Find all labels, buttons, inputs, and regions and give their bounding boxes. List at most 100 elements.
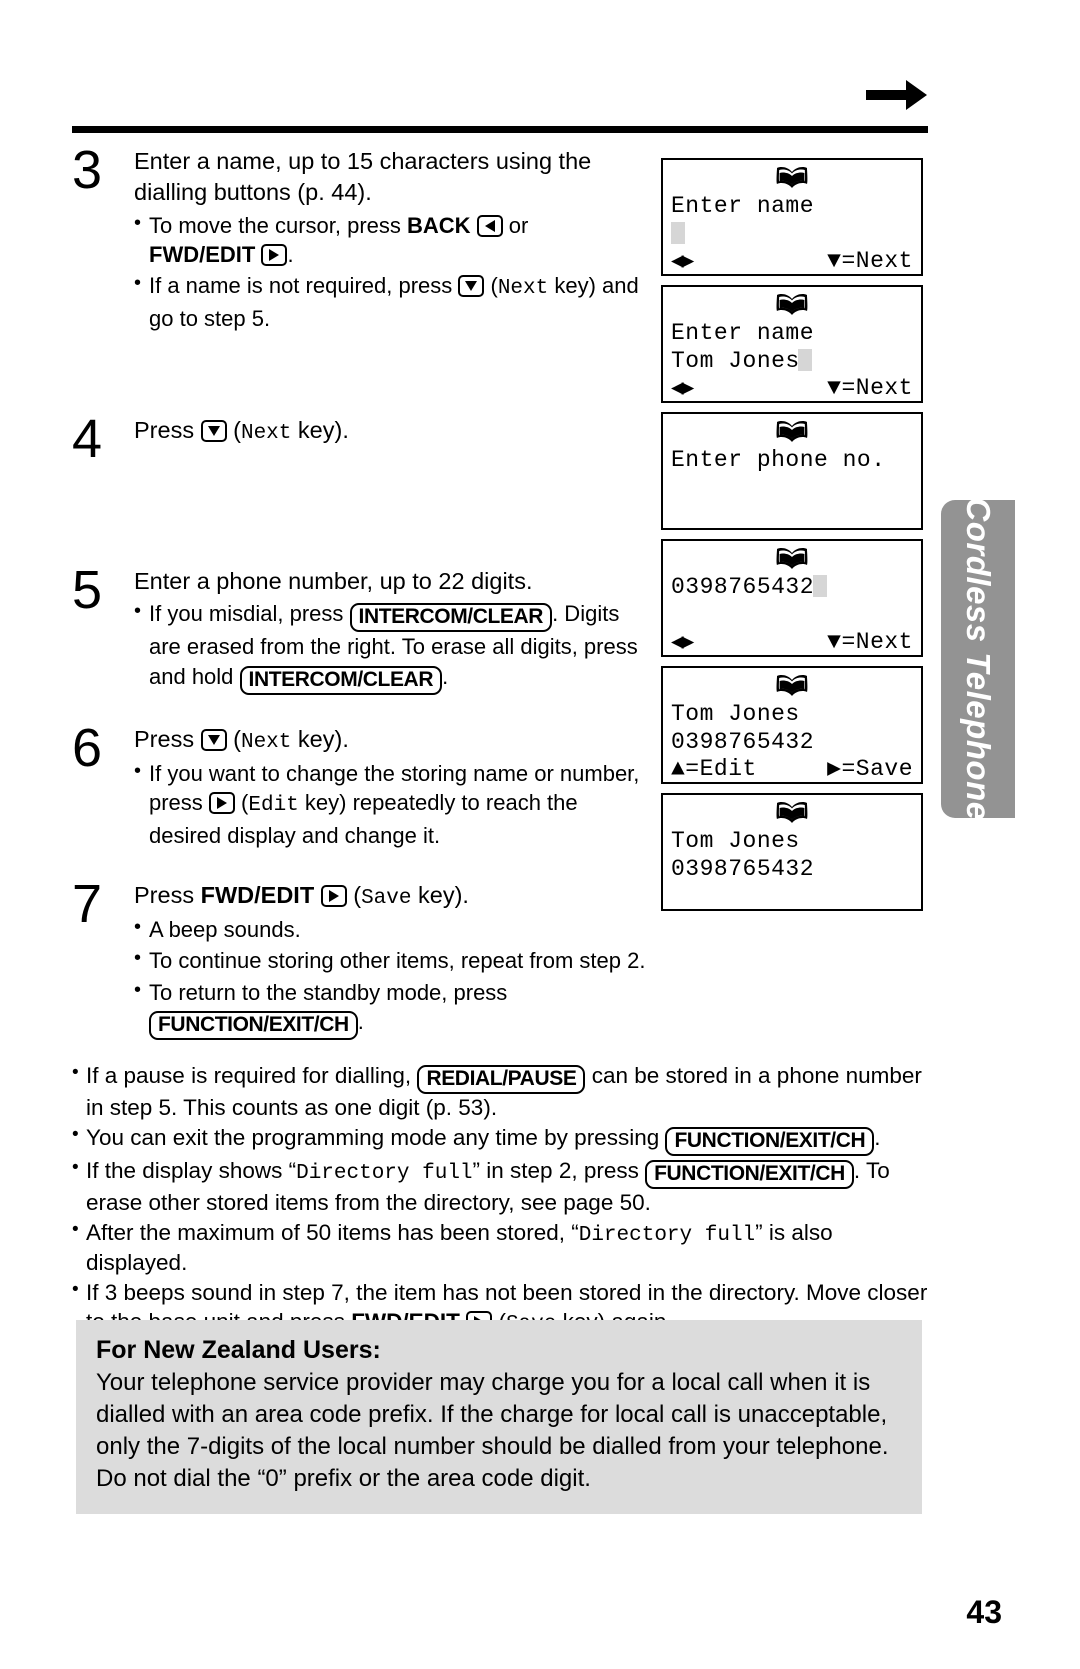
note-directory-full-step2: If the display shows “Directory full” in…: [72, 1156, 932, 1218]
step-6: 6 Press (Next key). If you want to chang…: [72, 712, 652, 864]
bullet-text-mid: or: [502, 212, 529, 238]
step-title-pre: Press: [134, 882, 201, 909]
right-arrow-key-icon[interactable]: [261, 243, 288, 266]
left-right-arrows-icon: ◀▶: [671, 250, 694, 274]
lcd-soft-key-save: ▶=Save: [827, 756, 913, 783]
down-arrow-key-icon[interactable]: [458, 275, 485, 298]
lcd-phone-number-entered: 0398765432 ◀▶ ▼=Next: [661, 539, 923, 657]
key-label-back: BACK: [407, 212, 471, 238]
lcd-display-column: Enter name ◀▶ ▼=Next Enter name Tom Jone…: [661, 158, 923, 920]
lcd-footer: ◀▶ ▼=Next: [671, 248, 913, 276]
note-max-50-items: After the maximum of 50 items has been s…: [72, 1218, 932, 1279]
key-function-save: Save: [361, 887, 412, 911]
lcd-line-2: 0398765432: [671, 729, 815, 755]
bullet-text-post: .: [357, 1009, 364, 1035]
left-right-arrows-icon: ◀▶: [671, 631, 694, 655]
cursor-block: [813, 575, 828, 597]
lcd-footer: [671, 502, 913, 530]
step-4: 4 Press (Next key).: [72, 333, 652, 555]
bullet-text: If a name is not required, press: [149, 273, 459, 299]
bullet-text-post: .: [287, 241, 294, 267]
directory-book-icon: [671, 420, 913, 446]
step-title-post: key).: [291, 417, 349, 444]
note-pause: If a pause is required for dialling, RED…: [72, 1061, 932, 1123]
right-arrow-key-icon[interactable]: [208, 792, 235, 815]
cursor-block: [797, 349, 812, 371]
display-message-directory-full: Directory full: [578, 1223, 756, 1247]
lcd-line-2: [671, 474, 913, 502]
note-text-mid: ” in step 2, press: [472, 1157, 646, 1183]
down-arrow-key-icon[interactable]: [200, 420, 227, 443]
step-bullets: If you misdial, press INTERCOM/CLEAR. Di…: [134, 598, 652, 695]
lcd-line-2: 0398765432: [671, 856, 815, 882]
lcd-enter-name-empty: Enter name ◀▶ ▼=Next: [661, 158, 923, 276]
lcd-stored-item: Tom Jones 0398765432: [661, 793, 923, 911]
step-title: Press (Next key).: [134, 726, 349, 755]
step-5: 5 Enter a phone number, up to 22 digits.…: [72, 555, 652, 712]
manual-page: Cordless Telephone 3 Enter a name, up to…: [0, 0, 1080, 1669]
nz-box-body: Your telephone service provider may char…: [96, 1369, 889, 1493]
step-number: 3: [72, 140, 103, 200]
bullet-change-storing: If you want to change the storing name o…: [134, 758, 652, 850]
bullet-continue: To continue storing other items, repeat …: [134, 945, 652, 975]
note-text: You can exit the programming mode any ti…: [86, 1124, 666, 1150]
lcd-enter-name-tom-jones: Enter name Tom Jones ◀▶ ▼=Next: [661, 285, 923, 403]
lcd-footer: ◀▶ ▼=Next: [671, 375, 913, 403]
lcd-enter-phone-no: Enter phone no.: [661, 412, 923, 530]
lcd-number-value: 0398765432: [671, 574, 815, 600]
step-title-pre: Press: [134, 417, 201, 444]
right-arrow-key-icon[interactable]: [320, 885, 347, 908]
redial-pause-button[interactable]: REDIAL/PAUSE: [417, 1065, 586, 1094]
lcd-line-1: Tom Jones: [671, 828, 800, 854]
lcd-line-2: [671, 601, 913, 629]
side-tab-cordless-telephone: Cordless Telephone: [941, 497, 1015, 821]
lcd-line-1: Enter name: [671, 193, 815, 219]
display-message-directory-full: Directory full: [296, 1161, 473, 1185]
directory-book-icon: [671, 801, 913, 827]
lcd-footer: ◀▶ ▼=Next: [671, 629, 913, 657]
key-function-next: Next: [240, 731, 292, 755]
note-text-post: .: [874, 1124, 881, 1150]
key-label-fwdedit: FWD/EDIT: [200, 882, 315, 909]
step-title-post: key).: [291, 726, 349, 753]
key-function-next: Next: [240, 422, 292, 446]
bullet-misdial: If you misdial, press INTERCOM/CLEAR. Di…: [134, 598, 652, 695]
bullet-text: To return to the standby mode, press: [149, 979, 508, 1005]
lcd-soft-key-next: ▼=Next: [827, 629, 913, 656]
down-arrow-key-icon[interactable]: [200, 729, 227, 752]
side-tab-label: Cordless Telephone: [960, 497, 997, 821]
lcd-confirm-edit-save: Tom Jones 0398765432 ▲=Edit ▶=Save: [661, 666, 923, 784]
function-exit-ch-button[interactable]: FUNCTION/EXIT/CH: [149, 1011, 358, 1041]
nz-box-title: For New Zealand Users:: [96, 1336, 381, 1364]
step-number: 5: [72, 560, 103, 621]
step-title: Press (Next key).: [134, 417, 349, 446]
key-function-edit: Edit: [248, 794, 299, 818]
intercom-clear-button[interactable]: INTERCOM/CLEAR: [239, 665, 443, 695]
key-label-fwdedit: FWD/EDIT: [149, 241, 256, 267]
directory-book-icon: [671, 166, 913, 192]
bullet-beep: A beep sounds.: [134, 914, 652, 944]
intercom-clear-button[interactable]: INTERCOM/CLEAR: [349, 603, 553, 633]
directory-book-icon: [671, 674, 913, 700]
right-arrow-icon: [866, 78, 928, 112]
note-text: After the maximum of 50 items has been s…: [86, 1219, 579, 1245]
step-bullets: If you want to change the storing name o…: [134, 758, 652, 850]
header-rule: [72, 126, 928, 133]
note-exit-programming: You can exit the programming mode any ti…: [72, 1123, 932, 1156]
function-exit-ch-button[interactable]: FUNCTION/EXIT/CH: [665, 1126, 875, 1156]
left-arrow-key-icon[interactable]: [476, 214, 503, 237]
step-number: 6: [72, 718, 103, 779]
lcd-soft-key-next: ▼=Next: [827, 375, 913, 402]
bullet-text: If you misdial, press: [149, 601, 350, 627]
lcd-line-1: 0398765432: [671, 573, 913, 601]
page-number: 43: [966, 1594, 1002, 1630]
step-number: 7: [72, 874, 103, 935]
function-exit-ch-button[interactable]: FUNCTION/EXIT/CH: [645, 1159, 854, 1189]
new-zealand-users-box: For New Zealand Users: Your telephone se…: [76, 1320, 922, 1514]
lcd-soft-key-edit: ▲=Edit: [671, 756, 757, 783]
step-title-post: key).: [411, 882, 469, 909]
lcd-line-1: Enter phone no.: [671, 447, 886, 473]
bullet-skip-name: If a name is not required, press (Next k…: [134, 270, 652, 333]
lcd-line-1: Tom Jones: [671, 701, 800, 727]
step-title: Enter a name, up to 15 characters using …: [134, 148, 592, 206]
